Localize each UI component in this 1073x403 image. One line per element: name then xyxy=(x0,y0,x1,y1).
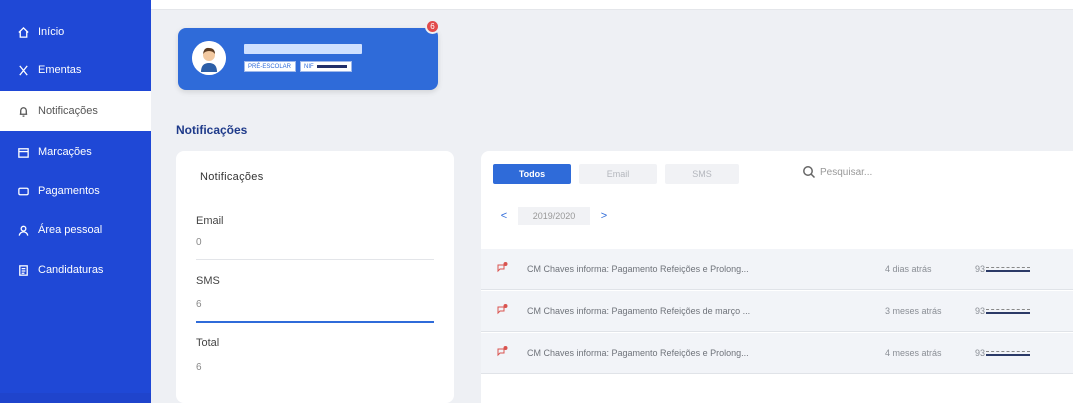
bell-icon xyxy=(17,105,30,118)
student-name-redacted xyxy=(244,44,362,54)
filter-sms-button[interactable]: SMS xyxy=(665,164,739,184)
prev-year-button[interactable]: < xyxy=(493,207,515,225)
sidebar-item-label: Ementas xyxy=(38,64,82,76)
year-label: 2019/2020 xyxy=(518,207,590,225)
filter-all-button[interactable]: Todos xyxy=(493,164,571,184)
phone-redacted xyxy=(986,266,1031,272)
sidebar-item-inicio[interactable]: Início xyxy=(0,12,151,52)
notification-time: 4 dias atrás xyxy=(885,264,932,274)
email-stat-label: Email xyxy=(196,215,224,227)
notification-time: 4 meses atrás xyxy=(885,348,942,358)
page-title: Notificações xyxy=(176,123,248,137)
email-stat-value: 0 xyxy=(196,237,202,248)
notification-message: CM Chaves informa: Pagamento Refeições e… xyxy=(527,348,749,358)
sidebar-item-candidaturas[interactable]: Candidaturas xyxy=(0,250,151,290)
sms-message-icon xyxy=(497,304,508,315)
filter-email-button[interactable]: Email xyxy=(579,164,657,184)
divider-active xyxy=(196,321,434,323)
notification-phone: 93 xyxy=(975,264,1031,274)
document-icon xyxy=(17,264,30,277)
profile-card[interactable]: PRÉ-ESCOLAR NIF xyxy=(178,28,438,90)
stats-card-title: Notificações xyxy=(200,171,264,183)
notification-stats-card: Notificações Email 0 SMS 6 Total 6 xyxy=(176,151,454,403)
total-stat-value: 6 xyxy=(196,362,202,373)
school-level-tag: PRÉ-ESCOLAR xyxy=(244,61,296,72)
notification-time: 3 meses atrás xyxy=(885,306,942,316)
sidebar-item-label: Início xyxy=(38,26,65,38)
sidebar-item-label: Marcações xyxy=(38,146,92,158)
sms-message-icon xyxy=(497,346,508,357)
sidebar-footer xyxy=(0,393,151,403)
nif-tag: NIF xyxy=(300,61,352,72)
notification-phone: 93 xyxy=(975,348,1031,358)
phone-redacted xyxy=(986,350,1031,356)
sidebar-item-label: Notificações xyxy=(38,105,98,117)
cutlery-icon xyxy=(17,64,30,77)
divider xyxy=(196,259,434,260)
avatar xyxy=(192,41,226,75)
sidebar-item-label: Área pessoal xyxy=(38,224,103,236)
card-icon xyxy=(17,185,30,198)
notification-message: CM Chaves informa: Pagamento Refeições d… xyxy=(527,306,751,316)
search-icon xyxy=(803,166,816,179)
search-input[interactable]: Pesquisar... xyxy=(820,167,872,178)
sidebar-item-notificacoes[interactable]: Notificações xyxy=(0,91,151,131)
sidebar-item-pagamentos[interactable]: Pagamentos xyxy=(0,171,151,211)
calendar-icon xyxy=(17,146,30,159)
list-item[interactable]: CM Chaves informa: Pagamento Refeições e… xyxy=(481,249,1073,290)
sidebar-item-label: Candidaturas xyxy=(38,264,104,276)
notification-message: CM Chaves informa: Pagamento Refeições e… xyxy=(527,264,749,274)
list-item[interactable]: CM Chaves informa: Pagamento Refeições e… xyxy=(481,333,1073,374)
year-navigator: < 2019/2020 > xyxy=(493,207,615,225)
phone-redacted xyxy=(986,308,1031,314)
user-icon xyxy=(17,224,30,237)
sms-stat-label: SMS xyxy=(196,275,220,287)
sidebar-item-marcacoes[interactable]: Marcações xyxy=(0,132,151,172)
search-box[interactable]: Pesquisar... xyxy=(802,165,872,179)
total-stat-label: Total xyxy=(196,337,220,349)
next-year-button[interactable]: > xyxy=(593,207,615,225)
sidebar-item-area-pessoal[interactable]: Área pessoal xyxy=(0,210,151,250)
home-icon xyxy=(17,26,30,39)
notification-count-badge: 6 xyxy=(425,19,440,34)
sms-stat-value: 6 xyxy=(196,299,202,310)
notification-list-panel: Todos Email SMS Pesquisar... < 2019/2020… xyxy=(481,151,1073,403)
notification-phone: 93 xyxy=(975,306,1031,316)
sidebar-item-ementas[interactable]: Ementas xyxy=(0,50,151,90)
top-bar xyxy=(151,0,1073,10)
list-item[interactable]: CM Chaves informa: Pagamento Refeições d… xyxy=(481,291,1073,332)
sidebar-item-label: Pagamentos xyxy=(38,185,100,197)
sidebar: Início Ementas Notificações Marcações Pa… xyxy=(0,0,151,403)
sms-message-icon xyxy=(497,262,508,273)
